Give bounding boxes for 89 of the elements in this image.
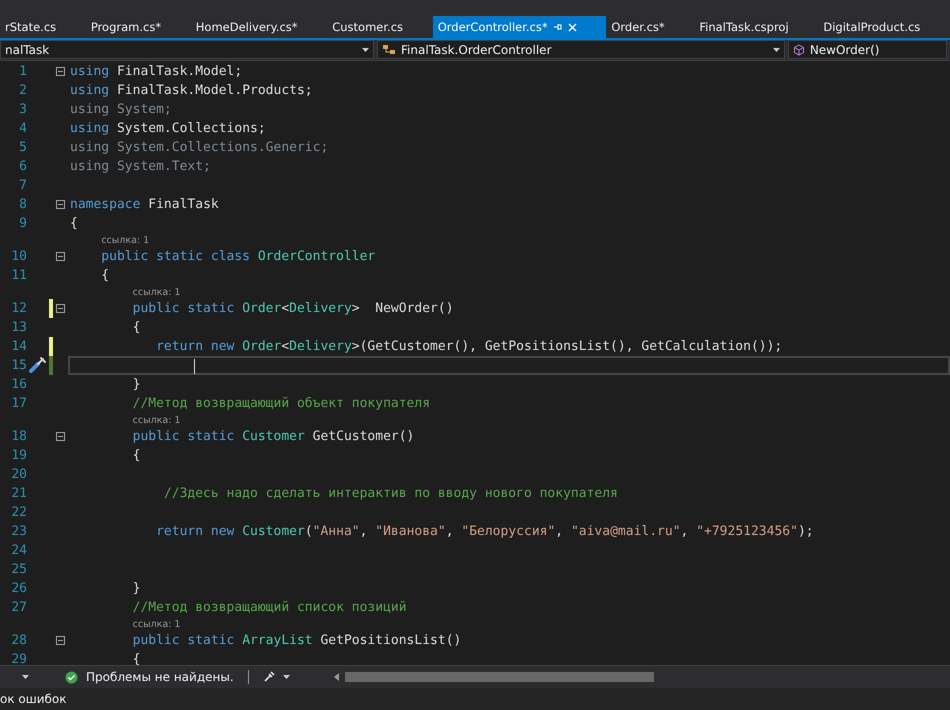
collapse-icon[interactable] — [56, 200, 65, 209]
line-number: 4 — [18, 121, 27, 136]
close-icon[interactable] — [568, 22, 577, 32]
line-number: 20 — [10, 467, 27, 482]
line-number: 27 — [10, 600, 27, 615]
dropdown-caret-icon — [22, 675, 29, 679]
line-number: 23 — [10, 524, 27, 539]
code-line: { — [70, 216, 78, 231]
error-list-tab[interactable]: ок ошибок — [0, 692, 67, 706]
line-number: 19 — [10, 448, 27, 463]
code-line: return new Order<Delivery>(GetCustomer(), GetPositionsList(), GetCalculation()); — [155, 339, 782, 354]
code-line: using System.Collections.Generic; — [70, 140, 328, 155]
file-tab[interactable]: OrderController.cs* — [432, 16, 606, 38]
screwdriver-brush-icon — [27, 356, 47, 374]
reference-count-hint[interactable]: ссылка: 1 — [132, 286, 180, 298]
line-number: 3 — [18, 102, 27, 117]
line-number: 7 — [18, 178, 27, 193]
line-number: 6 — [18, 159, 27, 174]
line-number: 10 — [10, 249, 27, 264]
type-dropdown[interactable]: FinalTask.OrderController — [377, 40, 785, 59]
line-number: 1 — [18, 64, 27, 79]
code-line: { — [100, 268, 110, 283]
issues-status[interactable]: Проблемы не найдены. — [86, 670, 234, 684]
class-icon — [382, 44, 396, 56]
code-line: using FinalTask.Model.Products; — [70, 83, 313, 98]
collapse-icon[interactable] — [56, 252, 65, 261]
line-number: 5 — [18, 140, 27, 155]
collapse-icon[interactable] — [56, 636, 65, 645]
line-number: 16 — [10, 377, 27, 392]
collapse-icon[interactable] — [56, 304, 65, 313]
code-line: { — [132, 652, 140, 665]
dropdown-caret-icon — [282, 675, 290, 679]
reference-count-hint[interactable]: ссылка: 1 — [132, 414, 180, 426]
code-line: //Метод возвращающий объект покупателя — [132, 396, 430, 411]
check-circle-icon — [65, 670, 78, 684]
file-tab[interactable]: Program.cs* — [86, 16, 191, 38]
line-number: 26 — [10, 581, 27, 596]
code-line: } — [132, 581, 140, 596]
code-line: { — [132, 448, 140, 463]
code-line: namespace FinalTask — [70, 197, 219, 212]
code-line: public static class OrderController — [100, 249, 376, 264]
collapse-icon[interactable] — [56, 432, 65, 441]
file-tab[interactable]: DigitalProduct.cs — [818, 16, 950, 38]
code-line: using FinalTask.Model; — [70, 64, 242, 79]
line-number: 29 — [10, 652, 27, 665]
code-line: using System.Text; — [70, 159, 211, 174]
reference-count-hint[interactable]: ссылка: 1 — [101, 234, 150, 246]
line-number: 25 — [10, 562, 27, 577]
file-tab[interactable]: rState.cs — [0, 16, 86, 38]
collapse-icon[interactable] — [56, 67, 65, 76]
file-tab[interactable]: FinalTask.csproj — [694, 16, 818, 38]
dropdown-caret-icon — [362, 48, 369, 52]
code-line: public static ArrayList GetPositionsList() — [132, 633, 462, 648]
dropdown-caret-icon — [772, 48, 780, 52]
text-caret — [194, 359, 196, 374]
code-line: } — [132, 377, 140, 392]
file-tab[interactable]: Order.cs* — [606, 16, 694, 38]
line-number: 24 — [10, 543, 27, 558]
code-line: using System; — [70, 102, 172, 117]
line-number: 12 — [10, 301, 27, 316]
code-line: public static Order<Delivery> NewOrder() — [132, 301, 454, 316]
file-tab[interactable]: HomeDelivery.cs* — [190, 16, 328, 38]
file-tab[interactable]: Customer.cs — [327, 16, 433, 38]
line-number: 28 — [10, 633, 27, 648]
line-number: 21 — [10, 486, 27, 501]
cube-icon — [792, 44, 805, 56]
line-number: 9 — [18, 216, 27, 231]
line-number: 14 — [10, 339, 27, 354]
code-line: using System.Collections; — [70, 121, 266, 136]
code-line: //Метод возвращающий список позиций — [132, 600, 407, 615]
line-number: 2 — [18, 83, 27, 98]
code-line: { — [132, 320, 140, 335]
code-line: public static Customer GetCustomer() — [132, 429, 414, 444]
reference-count-hint[interactable]: ссылка: 1 — [132, 618, 180, 630]
line-number: 11 — [10, 268, 27, 283]
line-number: 22 — [10, 505, 27, 520]
brush-icon[interactable] — [262, 671, 275, 683]
scroll-left-icon[interactable] — [334, 673, 339, 681]
line-number: 15 — [10, 358, 27, 373]
line-number: 18 — [10, 429, 27, 444]
horizontal-scrollbar[interactable] — [334, 672, 654, 682]
line-number: 13 — [10, 320, 27, 335]
member-dropdown[interactable]: NewOrder() — [788, 40, 947, 59]
project-dropdown[interactable]: nalTask — [0, 40, 374, 59]
line-number: 8 — [18, 197, 27, 212]
line-number: 17 — [10, 396, 27, 411]
pin-icon[interactable] — [552, 22, 563, 32]
code-line: //Здесь надо сделать интерактив по вводу нового покупателя — [162, 486, 618, 501]
code-line: return new Customer("Анна", "Иванова", "Белоруссия", "aiva@mail.ru", "+7925123456"); — [155, 524, 814, 539]
